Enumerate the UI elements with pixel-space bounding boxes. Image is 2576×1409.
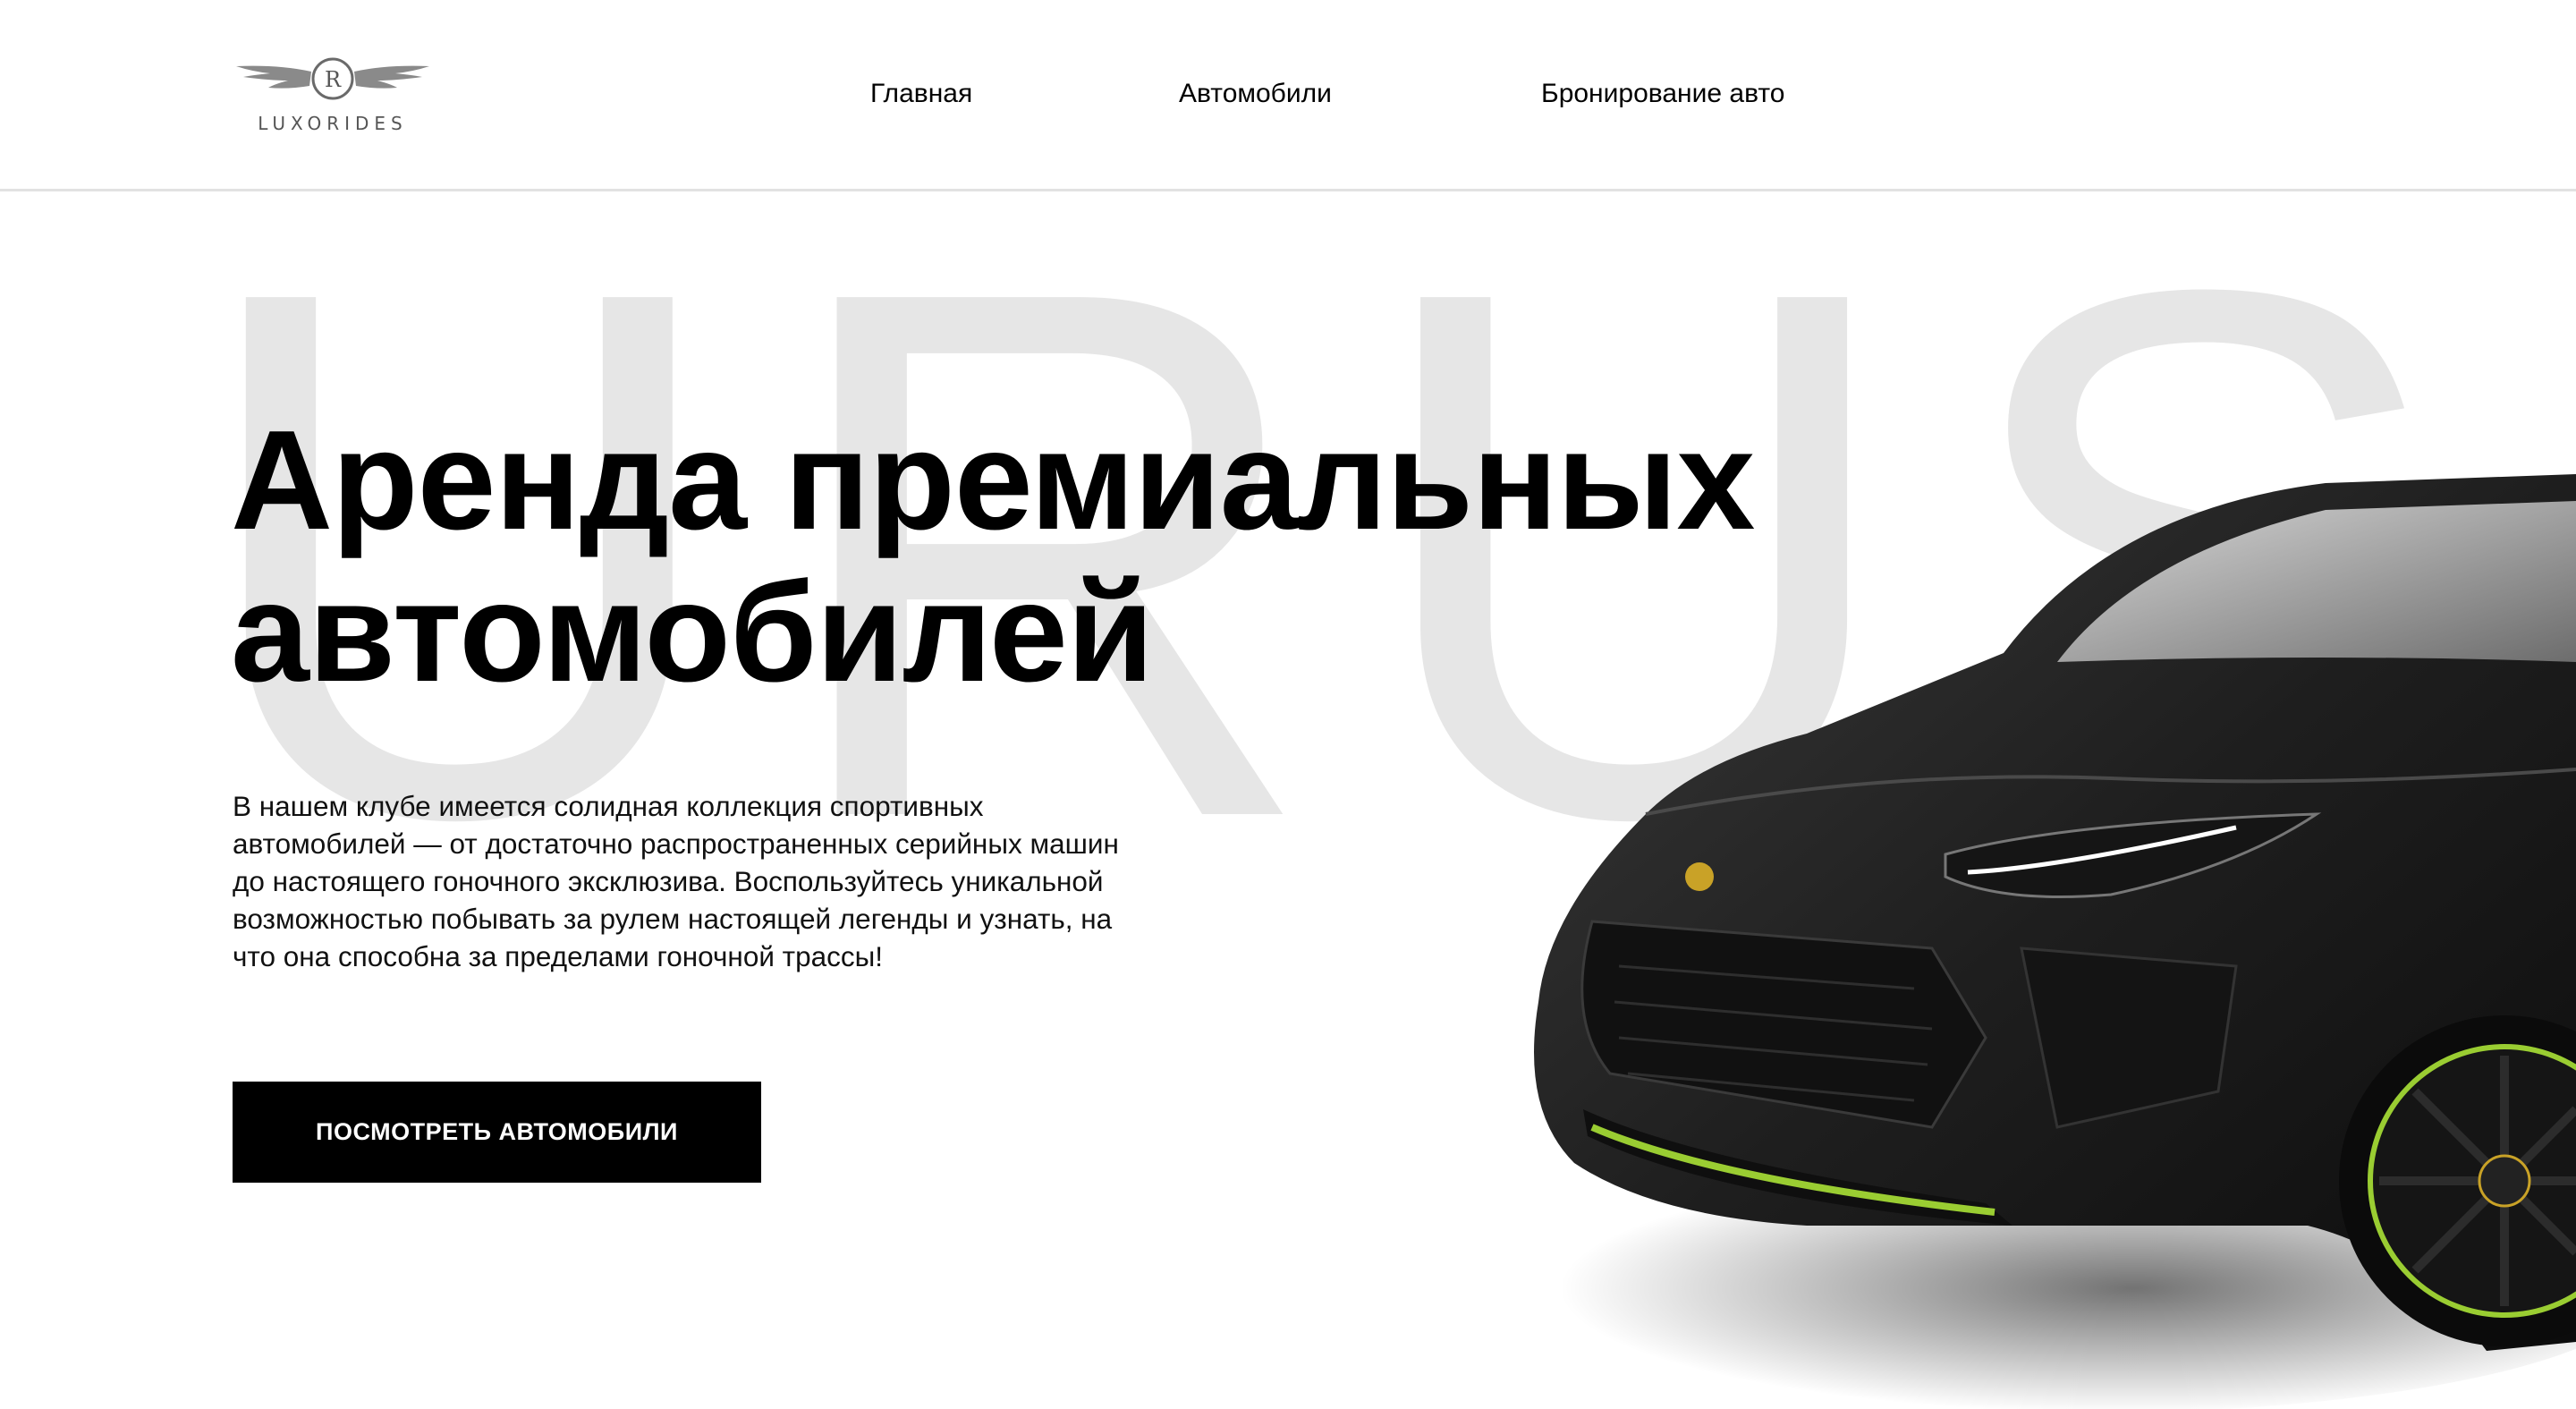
nav-link-booking[interactable]: Бронирование авто: [1541, 79, 1784, 109]
nav-link-cars[interactable]: Автомобили: [1179, 79, 1332, 109]
hero-title-line-2: автомобилей: [231, 554, 1154, 711]
site-header: R LUXORIDES Главная Автомобили Бронирова…: [0, 0, 2576, 191]
winged-logo-icon: R: [236, 57, 429, 100]
page: URUS R LUXORIDES Главная Автомобили Брон…: [0, 0, 2576, 1409]
hero-description: В нашем клубе имеется солидная коллекция…: [233, 790, 1119, 972]
logo-monogram: R: [325, 67, 342, 92]
hero-title-line-1: Аренда премиальных: [231, 402, 1755, 559]
brand-name: LUXORIDES: [258, 113, 408, 134]
brand-logo[interactable]: R LUXORIDES: [234, 55, 431, 136]
nav-link-home[interactable]: Главная: [870, 79, 972, 109]
view-cars-button[interactable]: ПОСМОТРЕТЬ АВТОМОБИЛИ: [233, 1082, 761, 1183]
hero-title: Аренда премиальных автомобилей: [231, 404, 1841, 709]
